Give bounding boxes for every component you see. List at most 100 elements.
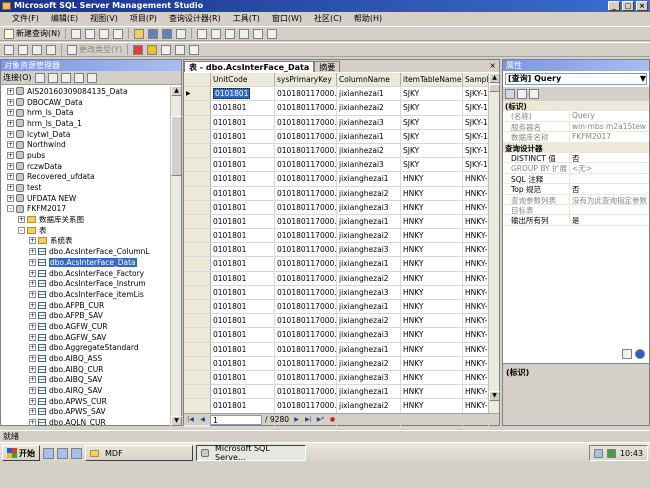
tree-item[interactable]: + Northwind (1, 139, 171, 150)
show-results-button[interactable] (45, 44, 57, 56)
grid-cell[interactable]: jixianghezai1 (337, 342, 401, 356)
tree-item[interactable]: + 系统表 (1, 236, 171, 247)
tree-item[interactable]: + dbo.AcsInterFace_Instrum (1, 278, 171, 289)
current-record-input[interactable]: 1 (210, 414, 262, 425)
expand-icon[interactable]: + (7, 184, 14, 192)
show-desktop-icon[interactable] (43, 447, 54, 459)
expand-icon[interactable]: + (29, 269, 36, 277)
grid-cell[interactable]: jixianhezai2 (337, 143, 401, 158)
tree-item[interactable]: - FKFM2017 (1, 204, 171, 215)
show-criteria-button[interactable] (17, 44, 29, 56)
open-file-button[interactable] (133, 28, 145, 40)
row-selector[interactable] (184, 172, 211, 186)
toolbox-icon[interactable] (622, 349, 632, 359)
grid-cell[interactable]: 010180117000... (275, 186, 337, 200)
connect-button[interactable]: 连接(O) (3, 72, 32, 83)
categorized-icon[interactable] (505, 89, 515, 99)
grid-cell[interactable]: jixianghezai2 (337, 186, 401, 200)
table-row[interactable]: 0101801 010180117000... jixianghezai1 HNKY H… (184, 257, 489, 272)
grid-cell[interactable]: 0101801 (211, 385, 275, 399)
grid-cell[interactable]: 010180117000... (275, 342, 337, 356)
property-row[interactable]: 输出所有列是 (503, 215, 649, 226)
grid-cell[interactable]: 010180117000... (275, 328, 337, 342)
column-header[interactable]: Sampl (463, 73, 489, 87)
stop-icon[interactable] (60, 72, 71, 83)
property-value[interactable]: Query (569, 111, 649, 121)
row-selector[interactable] (184, 300, 211, 314)
menu-help[interactable]: 帮助(H) (348, 12, 388, 25)
grid-cell[interactable]: 010180117000... (275, 172, 337, 186)
collapse-icon[interactable]: - (18, 226, 25, 234)
menu-project[interactable]: 项目(P) (124, 12, 163, 25)
tree-item[interactable]: + DBOCAW_Data (1, 97, 171, 108)
grid-cell[interactable]: 0101801 (211, 158, 275, 172)
grid-cell[interactable]: 0101801 (211, 243, 275, 257)
tree-item[interactable]: + dbo.AcsInterFace_Factory (1, 268, 171, 279)
filter-icon[interactable] (86, 72, 97, 83)
grid-cell[interactable]: jixianghezai1 (337, 300, 401, 314)
grid-cell[interactable]: 0101801 (211, 115, 275, 129)
row-selector[interactable] (184, 399, 211, 413)
row-selector[interactable] (184, 101, 211, 115)
grid-cell[interactable]: 0101801 (211, 370, 275, 385)
grid-cell[interactable]: HNKY-1 (463, 385, 489, 399)
scroll-thumb[interactable] (171, 116, 182, 176)
grid-cell[interactable]: 010180117000... (275, 129, 337, 143)
start-button[interactable]: 开始 (2, 445, 40, 461)
grid-cell[interactable]: jixianghezai1 (337, 172, 401, 186)
grid-cell[interactable]: 0101801 (211, 314, 275, 328)
scroll-down-arrow[interactable]: ▼ (171, 416, 182, 426)
scroll-thumb[interactable] (489, 84, 500, 92)
grid-cell[interactable]: HNKY-1 (463, 370, 489, 385)
tree-item[interactable]: + dbo.AIBQ_CUR (1, 364, 171, 375)
grid-cell[interactable]: 0101801 (211, 271, 275, 285)
table-row[interactable]: 0101801 010180117000... jixianghezai2 HNKY H… (184, 399, 489, 414)
expand-icon[interactable]: + (7, 151, 14, 159)
expand-icon[interactable]: + (7, 173, 14, 181)
expand-icon[interactable]: + (29, 365, 36, 373)
column-header[interactable]: ColumnName (337, 73, 401, 87)
collapse-icon[interactable]: - (7, 205, 14, 213)
grid-cell[interactable]: SJKY-1 (463, 143, 489, 158)
grid-cell[interactable]: jixianghezai1 (337, 214, 401, 229)
tree-item[interactable]: + Recovered_ufdata (1, 172, 171, 183)
grid-cell[interactable]: 010180117000... (275, 271, 337, 285)
property-value[interactable]: 是 (569, 215, 649, 225)
property-row[interactable]: (名称) Query (503, 111, 649, 122)
grid-cell[interactable]: 010180117000... (275, 158, 337, 172)
grid-cell[interactable]: jixianhezai1 (337, 129, 401, 143)
group-by-button[interactable] (160, 44, 172, 56)
column-header[interactable]: sysPrimaryKey (275, 73, 337, 87)
tree-item[interactable]: + hrm_ls_Data (1, 107, 171, 118)
menu-community[interactable]: 社区(C) (308, 12, 348, 25)
row-selector[interactable] (184, 158, 211, 172)
grid-cell[interactable]: HNKY-1 (463, 328, 489, 342)
help-icon[interactable] (635, 349, 645, 359)
grid-cell[interactable]: 010180117000... (275, 229, 337, 243)
grid-cell[interactable]: HNKY (401, 257, 463, 271)
property-row[interactable]: SQL 注释 (503, 173, 649, 185)
add-derived-button[interactable] (188, 44, 200, 56)
object-explorer-vscroll[interactable]: ▲ ▼ (170, 86, 182, 426)
expand-icon[interactable]: + (7, 119, 14, 127)
expand-icon[interactable]: + (29, 408, 36, 416)
grid-cell[interactable]: HNKY (401, 356, 463, 370)
property-value[interactable]: 否 (569, 184, 649, 194)
grid-cell[interactable]: 010180117000... (275, 214, 337, 229)
grid-cell[interactable]: HNKY (401, 200, 463, 214)
table-row[interactable]: 0101801 010180117000...jixianghezai3 HNKY H… (184, 328, 489, 343)
scroll-down-arrow[interactable]: ▼ (489, 391, 500, 401)
expand-icon[interactable]: + (7, 109, 14, 117)
tree-item[interactable]: + dbo.AGFW_CUR (1, 321, 171, 332)
table-row[interactable]: 0101801 010180117000... jixianhezai3 SJKY SJ… (184, 115, 489, 130)
grid-cell[interactable]: 0101801 (211, 229, 275, 243)
table-row[interactable]: 0101801 010180117000...jixianghezai3 HNKY H… (184, 285, 489, 300)
grid-cell[interactable]: HNKY (401, 399, 463, 413)
table-row[interactable]: 0101801 010180117000... jixianhezai2 SJKY SJ… (184, 143, 489, 159)
taskbar-item-ssms[interactable]: Microsoft SQL Serve... (196, 444, 306, 462)
minimize-button[interactable]: _ (608, 1, 620, 11)
tree-item[interactable]: + dbo.AGFW_SAV (1, 332, 171, 343)
grid-cell[interactable]: 010180117000... (275, 285, 337, 299)
grid-cell[interactable]: HNKY (401, 271, 463, 285)
expand-icon[interactable]: + (29, 301, 36, 309)
